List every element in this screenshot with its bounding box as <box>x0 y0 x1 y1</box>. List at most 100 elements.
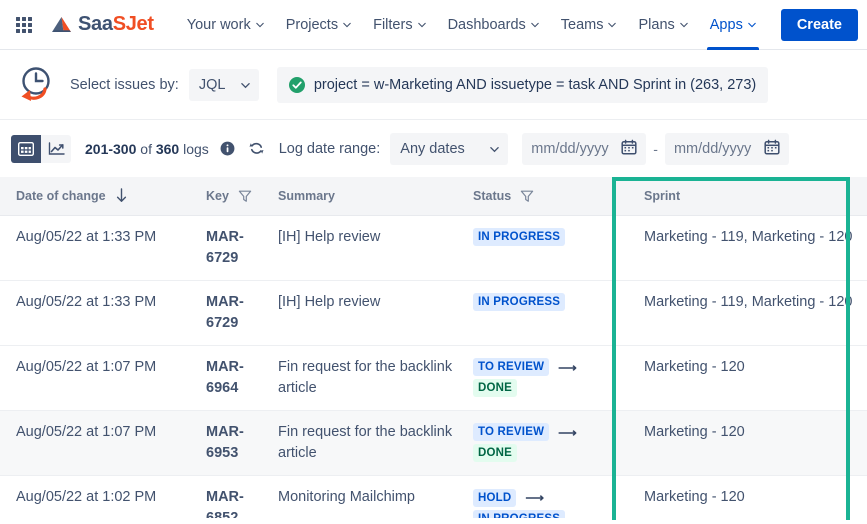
cell-date: Aug/05/22 at 1:02 PM <box>0 476 190 524</box>
log-count-range: 201-300 <box>85 141 136 157</box>
calendar-icon[interactable] <box>621 139 637 159</box>
column-header-sprint[interactable]: Sprint <box>628 177 867 215</box>
cell-status: IN PROGRESS <box>457 280 628 345</box>
chevron-down-icon <box>490 145 498 153</box>
clock-arrow-icon <box>12 62 58 108</box>
chevron-down-icon <box>680 21 688 29</box>
column-header-key[interactable]: Key <box>190 177 262 215</box>
table-row[interactable]: Aug/05/22 at 1:33 PM MAR-6729 [IH] Help … <box>0 280 867 345</box>
select-issues-label: Select issues by: <box>70 77 179 93</box>
create-button[interactable]: Create <box>781 9 858 41</box>
log-count-unit: logs <box>183 141 209 157</box>
cell-summary: Fin request for the backlink article <box>262 410 457 475</box>
nav-item-teams[interactable]: Teams <box>550 0 628 50</box>
cell-status: TO REVIEW ⟶ DONE <box>457 345 628 410</box>
column-label: Sprint <box>644 189 680 203</box>
jql-query-field[interactable]: project = w-Marketing AND issuetype = ta… <box>277 67 768 103</box>
nav-item-projects[interactable]: Projects <box>275 0 362 50</box>
table-row[interactable]: Aug/05/22 at 1:07 PM MAR-6953 Fin reques… <box>0 410 867 475</box>
saasjet-logo[interactable]: SaaSJet <box>50 13 154 36</box>
app-root: SaaSJet Your work Projects Filters Dashb… <box>0 0 867 524</box>
status-badge-to: DONE <box>473 379 517 397</box>
change-log-table-container: Date of change Key <box>0 177 867 524</box>
column-label: Summary <box>278 189 335 203</box>
grid-apps-icon[interactable] <box>14 15 34 35</box>
table-row[interactable]: Aug/05/22 at 1:33 PM MAR-6729 [IH] Help … <box>0 215 867 280</box>
sort-desc-arrow-icon[interactable] <box>115 188 128 203</box>
cell-summary: [IH] Help review <box>262 215 457 280</box>
log-count-total: 360 <box>156 141 179 157</box>
issue-selection-bar: Select issues by: JQL project = w-Market… <box>0 51 867 120</box>
bottom-edge-mask <box>0 518 867 524</box>
chevron-down-icon <box>748 21 756 29</box>
cell-status: HOLD ⟶ IN PROGRESS <box>457 476 628 524</box>
nav-label: Plans <box>638 17 674 33</box>
table-row[interactable]: Aug/05/22 at 1:07 PM MAR-6964 Fin reques… <box>0 345 867 410</box>
cell-key[interactable]: MAR-6729 <box>190 215 262 280</box>
table-view-icon[interactable] <box>11 135 41 163</box>
status-badge-from: TO REVIEW <box>473 423 549 441</box>
chevron-down-icon <box>418 21 426 29</box>
cell-sprint: Marketing - 120 <box>628 410 867 475</box>
column-label: Date of change <box>16 189 106 203</box>
calendar-icon[interactable] <box>764 139 780 159</box>
status-badge-to: DONE <box>473 444 517 462</box>
log-count-of: of <box>140 141 152 157</box>
cell-status: TO REVIEW ⟶ DONE <box>457 410 628 475</box>
chevron-down-icon <box>256 21 264 29</box>
refresh-icon[interactable] <box>248 140 265 157</box>
table-row[interactable]: Aug/05/22 at 1:02 PM MAR-6852 Monitoring… <box>0 476 867 524</box>
cell-summary: Monitoring Mailchimp <box>262 476 457 524</box>
issue-mode-select[interactable]: JQL <box>189 69 259 101</box>
chart-view-icon[interactable] <box>41 135 71 163</box>
top-navigation-bar: SaaSJet Your work Projects Filters Dashb… <box>0 0 867 50</box>
nav-item-dashboards[interactable]: Dashboards <box>437 0 550 50</box>
cell-date: Aug/05/22 at 1:33 PM <box>0 280 190 345</box>
cell-date: Aug/05/22 at 1:07 PM <box>0 410 190 475</box>
cell-sprint: Marketing - 119, Marketing - 120 <box>628 280 867 345</box>
cell-key[interactable]: MAR-6852 <box>190 476 262 524</box>
change-log-table: Date of change Key <box>0 177 867 524</box>
saasjet-mark-icon <box>50 15 74 35</box>
chevron-down-icon <box>608 21 616 29</box>
info-icon[interactable] <box>220 141 235 156</box>
nav-item-your-work[interactable]: Your work <box>176 0 275 50</box>
cell-date: Aug/05/22 at 1:07 PM <box>0 345 190 410</box>
cell-sprint: Marketing - 119, Marketing - 120 <box>628 215 867 280</box>
column-header-status[interactable]: Status <box>457 177 628 215</box>
jql-query-text: project = w-Marketing AND issuetype = ta… <box>314 77 756 93</box>
cell-key[interactable]: MAR-6729 <box>190 280 262 345</box>
chevron-down-icon <box>241 81 249 89</box>
brand-text-jet: Jet <box>126 13 154 35</box>
transition-arrow-icon: ⟶ <box>558 357 577 378</box>
cell-sprint: Marketing - 120 <box>628 476 867 524</box>
brand-text-saa: Saa <box>78 13 113 35</box>
column-label: Status <box>473 189 511 203</box>
status-badge: IN PROGRESS <box>473 293 565 311</box>
status-badge: IN PROGRESS <box>473 228 565 246</box>
date-from-input[interactable]: mm/dd/yyyy <box>522 133 646 165</box>
filter-funnel-icon[interactable] <box>238 189 252 203</box>
column-header-summary[interactable]: Summary <box>262 177 457 215</box>
nav-item-apps[interactable]: Apps <box>699 0 767 50</box>
transition-arrow-icon: ⟶ <box>558 422 577 443</box>
date-range-separator: - <box>653 141 658 157</box>
chevron-down-icon <box>531 21 539 29</box>
any-dates-select[interactable]: Any dates <box>390 133 508 165</box>
nav-item-plans[interactable]: Plans <box>627 0 698 50</box>
column-header-date-of-change[interactable]: Date of change <box>0 177 190 215</box>
date-to-input[interactable]: mm/dd/yyyy <box>665 133 789 165</box>
cell-key[interactable]: MAR-6964 <box>190 345 262 410</box>
nav-item-filters[interactable]: Filters <box>362 0 436 50</box>
cell-sprint: Marketing - 120 <box>628 345 867 410</box>
nav-label: Your work <box>187 17 251 33</box>
view-toggle-group <box>11 135 71 163</box>
date-to-placeholder: mm/dd/yyyy <box>674 141 751 157</box>
cell-key[interactable]: MAR-6953 <box>190 410 262 475</box>
log-count-summary: 201-300 of 360 logs <box>85 141 235 157</box>
cell-date: Aug/05/22 at 1:33 PM <box>0 215 190 280</box>
filter-funnel-icon[interactable] <box>520 189 534 203</box>
status-badge-from: TO REVIEW <box>473 358 549 376</box>
nav-label: Apps <box>710 17 743 33</box>
brand-text-s: S <box>113 13 126 35</box>
